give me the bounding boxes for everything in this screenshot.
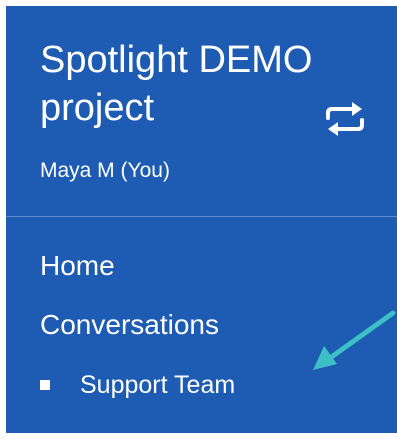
- sidebar-subitem-support-team[interactable]: Support Team: [40, 367, 235, 403]
- sidebar-divider: [6, 216, 397, 217]
- project-sidebar: Spotlight DEMO project Maya M (You) Home…: [6, 6, 397, 433]
- sidebar-subitem-label: Support Team: [80, 371, 236, 399]
- sidebar-item-conversations[interactable]: Conversations: [40, 307, 219, 343]
- current-user: Maya M (You): [40, 159, 170, 182]
- square-bullet-icon: [40, 380, 50, 390]
- sidebar-item-home[interactable]: Home: [40, 248, 115, 284]
- swap-arrows-icon[interactable]: [324, 101, 366, 137]
